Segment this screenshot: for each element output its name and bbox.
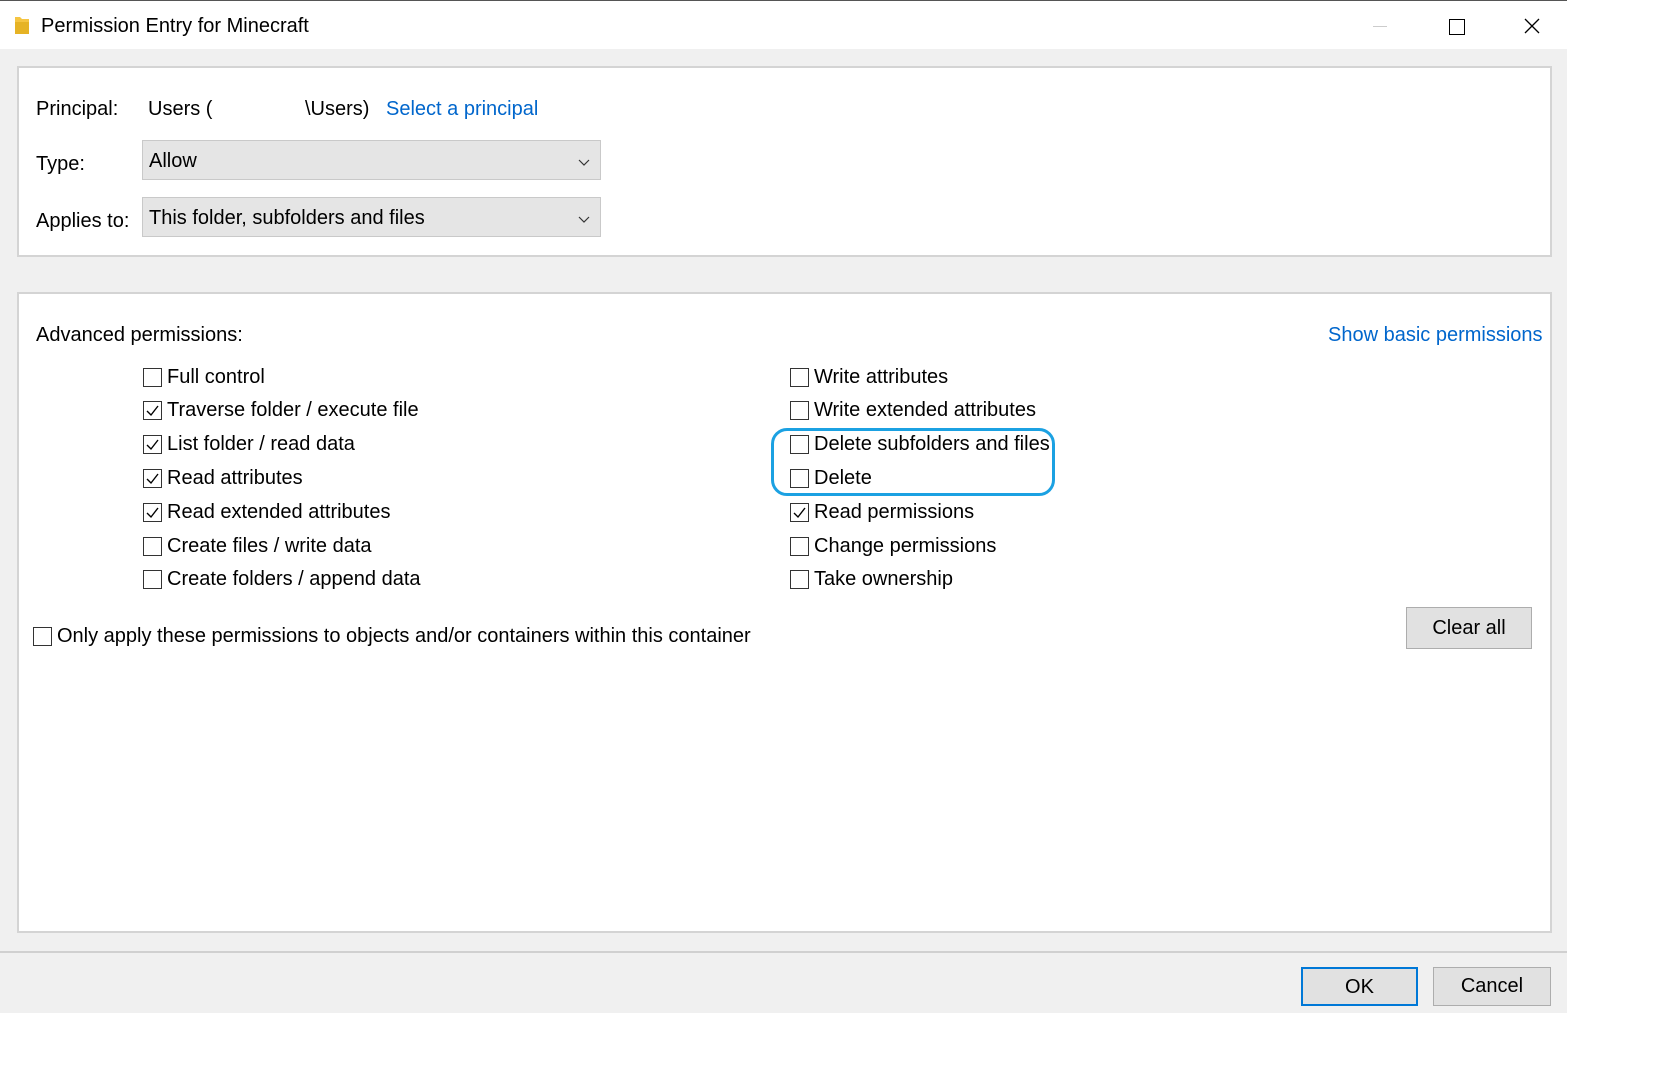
title-bar: Permission Entry for Minecraft: [0, 0, 1567, 49]
only-apply-checkbox[interactable]: [33, 626, 52, 646]
permission-label: Read extended attributes: [167, 500, 391, 523]
permission-label: Write extended attributes: [814, 399, 1036, 422]
permission-read-permissions-row[interactable]: Read permissions: [790, 498, 974, 526]
permission-traverse-folder-execute-file-row[interactable]: Traverse folder / execute file: [143, 397, 419, 425]
checkmark-icon: [146, 439, 159, 451]
permission-label: Traverse folder / execute file: [167, 399, 419, 422]
type-select[interactable]: Allow: [142, 140, 601, 180]
permission-traverse-folder-execute-file-checkbox[interactable]: [143, 401, 162, 421]
checkmark-icon: [146, 507, 159, 518]
footer-divider: [0, 951, 1567, 953]
permission-delete-checkbox[interactable]: [790, 468, 809, 488]
permission-take-ownership-row[interactable]: Take ownership: [790, 566, 953, 594]
permission-label: List folder / read data: [167, 433, 355, 456]
only-apply-label: Only apply these permissions to objects …: [57, 624, 751, 647]
permission-take-ownership-checkbox[interactable]: [790, 570, 809, 590]
permission-read-extended-attributes-checkbox[interactable]: [143, 502, 162, 522]
principal-label: Principal:: [36, 98, 119, 120]
permission-list-folder-read-data-checkbox[interactable]: [143, 435, 162, 455]
cancel-button[interactable]: Cancel: [1433, 967, 1551, 1006]
clear-all-button[interactable]: Clear all: [1406, 607, 1532, 649]
permission-label: Write attributes: [814, 365, 949, 388]
permission-label: Create folders / append data: [167, 568, 421, 591]
applies-to-label: Applies to:: [36, 210, 130, 232]
select-principal-link[interactable]: Select a principal: [386, 98, 538, 121]
folder-icon: [14, 15, 30, 35]
permission-label: Delete: [814, 466, 872, 489]
permission-label: Create files / write data: [167, 534, 372, 557]
type-label: Type:: [36, 153, 85, 175]
ok-button[interactable]: OK: [1301, 967, 1418, 1006]
permission-write-extended-attributes-row[interactable]: Write extended attributes: [790, 397, 1036, 425]
type-select-value: Allow: [149, 150, 197, 172]
permission-change-permissions-row[interactable]: Change permissions: [790, 532, 996, 560]
maximize-button[interactable]: [1418, 1, 1494, 50]
permission-label: Read attributes: [167, 466, 303, 489]
close-icon: [1524, 18, 1540, 34]
permission-write-attributes-checkbox[interactable]: [790, 367, 809, 387]
permission-label: Take ownership: [814, 568, 953, 591]
permission-delete-row[interactable]: Delete: [790, 464, 872, 492]
permission-create-folders-append-data-checkbox[interactable]: [143, 570, 162, 590]
permission-label: Change permissions: [814, 534, 997, 557]
show-basic-permissions-link[interactable]: Show basic permissions: [1328, 324, 1543, 347]
applies-to-select-value: This folder, subfolders and files: [149, 207, 425, 229]
checkmark-icon: [146, 405, 159, 417]
permission-write-attributes-row[interactable]: Write attributes: [790, 363, 948, 391]
permission-read-attributes-row[interactable]: Read attributes: [143, 464, 303, 492]
permission-full-control-checkbox[interactable]: [143, 367, 162, 387]
permission-label: Read permissions: [814, 500, 975, 523]
permission-label: Delete subfolders and files: [814, 433, 1050, 456]
permission-delete-subfolders-and-files-row[interactable]: Delete subfolders and files: [790, 431, 1050, 459]
applies-to-select[interactable]: This folder, subfolders and files: [142, 197, 601, 237]
checkmark-icon: [146, 473, 159, 484]
permission-full-control-row[interactable]: Full control: [143, 363, 265, 391]
permission-write-extended-attributes-checkbox[interactable]: [790, 401, 809, 421]
permission-list-folder-read-data-row[interactable]: List folder / read data: [143, 431, 355, 459]
permission-delete-subfolders-and-files-checkbox[interactable]: [790, 435, 809, 455]
permission-read-extended-attributes-row[interactable]: Read extended attributes: [143, 498, 391, 526]
permission-create-folders-append-data-row[interactable]: Create folders / append data: [143, 566, 421, 594]
checkmark-icon: [793, 507, 806, 518]
minimize-button[interactable]: [1342, 1, 1418, 50]
principal-value-suffix: \Users): [305, 98, 370, 120]
permission-create-files-write-data-checkbox[interactable]: [143, 536, 162, 556]
permission-read-permissions-checkbox[interactable]: [790, 502, 809, 522]
principal-value-prefix: Users (: [148, 98, 213, 120]
permission-entry-dialog: Permission Entry for Minecraft Principal…: [0, 0, 1567, 1013]
permission-create-files-write-data-row[interactable]: Create files / write data: [143, 532, 372, 560]
chevron-down-icon: [578, 208, 590, 231]
permission-label: Full control: [167, 365, 265, 388]
only-apply-checkbox-row[interactable]: Only apply these permissions to objects …: [33, 622, 751, 650]
advanced-permissions-heading: Advanced permissions:: [36, 324, 243, 346]
chevron-down-icon: [578, 151, 590, 174]
permission-change-permissions-checkbox[interactable]: [790, 536, 809, 556]
window-title: Permission Entry for Minecraft: [41, 15, 309, 37]
permission-read-attributes-checkbox[interactable]: [143, 468, 162, 488]
close-button[interactable]: [1494, 1, 1570, 50]
